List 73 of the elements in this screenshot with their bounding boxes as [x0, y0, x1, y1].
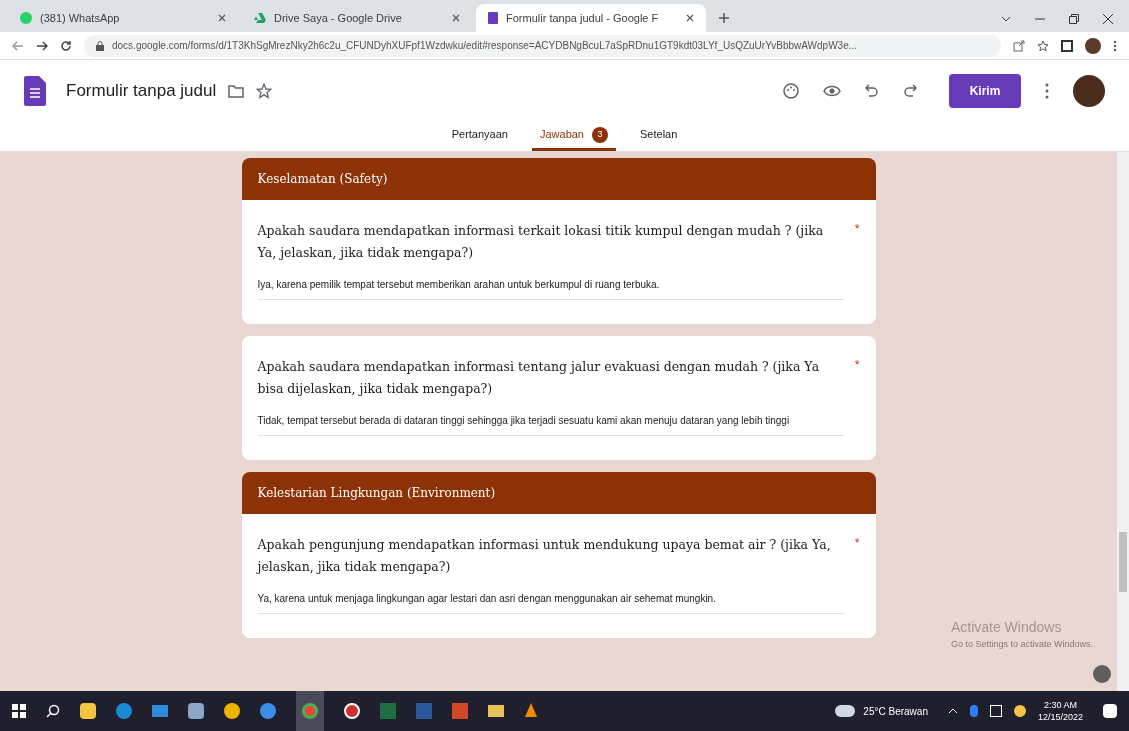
browser-icon[interactable] — [296, 691, 324, 731]
redo-icon[interactable] — [903, 84, 917, 98]
clock-date[interactable]: 12/15/2022 — [1037, 711, 1083, 723]
notification-icon[interactable] — [1103, 704, 1117, 718]
plus-icon[interactable] — [718, 12, 730, 24]
app-icon[interactable] — [188, 703, 204, 719]
form-icon — [488, 12, 498, 24]
question-text: Apakah pengunjung mendapatkan informasi untuk mendukung upaya bemat air ? (jika Ya, jelaskan, jika tidak mengapa?) — [257, 536, 832, 576]
windows-icon[interactable] — [12, 704, 26, 718]
record-icon[interactable] — [344, 703, 360, 719]
browser-tab[interactable]: (381) WhatsApp — [8, 4, 238, 32]
palette-icon[interactable] — [783, 83, 799, 99]
count-badge: 3 — [592, 126, 608, 143]
tab-title: Drive Saya - Google Drive — [274, 10, 403, 26]
answer-field: Ya, karena untuk menjaga lingkungan agar lestari dan asri dengan menggunakan air sehemat mungkin. — [257, 590, 844, 614]
back-arrow-icon[interactable] — [12, 39, 24, 52]
activation-text: Go to Settings to activate Windows. — [950, 637, 1093, 651]
folder-icon[interactable] — [228, 84, 245, 98]
more-icon[interactable] — [1045, 83, 1049, 99]
tray-icon[interactable] — [969, 705, 978, 717]
cloud-icon — [835, 705, 856, 717]
sidebar-icon[interactable] — [1061, 39, 1073, 52]
chat-icon — [20, 12, 32, 24]
reload-icon[interactable] — [60, 39, 72, 52]
answer-field: Tidak, tempat tersebut berada di dataran tinggi sehingga jika terjadi sesuatu kami akan menuju dataran yang lebih tinggi — [257, 412, 844, 436]
browser-tab[interactable]: Formulir tanpa judul - Google F — [476, 4, 706, 32]
tab-title: (381) WhatsApp — [40, 10, 121, 26]
address-bar[interactable]: docs.google.com/forms/d/1T3KhSgMrezNky2h6c2u_CFUNDyhXUFpf1Wzdwku/edit#response=ACYDBNgBcuL7aSpRDnu1GT9kdt03LYf_UsQZuUrYvBbbwAWdpW3e... — [84, 34, 1001, 57]
chevron-icon[interactable] — [1001, 16, 1011, 22]
tray-icon[interactable] — [1013, 705, 1026, 717]
more-icon[interactable] — [1113, 39, 1117, 52]
forms-logo-icon — [24, 76, 46, 106]
app-icon[interactable] — [224, 703, 240, 719]
required-mark: * — [854, 221, 860, 238]
app-icon[interactable] — [260, 703, 276, 719]
share-icon[interactable] — [1013, 39, 1025, 52]
app-icon[interactable] — [80, 703, 96, 719]
question-text: Apakah saudara mendapatkan informasi tentang jalur evakuasi dengan mudah ? (jika Ya bisa dijelaskan, jika tidak mengapa?) — [257, 358, 821, 398]
section-title: Keselamatan (Safety) — [257, 171, 388, 188]
eye-icon[interactable] — [823, 85, 841, 97]
undo-icon[interactable] — [865, 84, 879, 98]
close-icon[interactable] — [1103, 14, 1113, 24]
app-icon[interactable] — [116, 703, 132, 719]
activation-title: Activate Windows — [950, 617, 1063, 637]
form-title[interactable]: Formulir tanpa judul — [66, 78, 217, 104]
star-icon[interactable] — [256, 83, 273, 99]
browser-tab[interactable]: Drive Saya - Google Drive — [242, 4, 472, 32]
tab-title: Formulir tanpa judul - Google F — [506, 10, 660, 26]
network-icon[interactable] — [989, 705, 1002, 717]
restore-icon[interactable] — [1069, 14, 1079, 24]
send-button[interactable]: Kirim — [949, 74, 1021, 108]
close-icon[interactable] — [218, 14, 226, 22]
question-text: Apakah saudara mendapatkan informasi terkait lokasi titik kumpul dengan mudah ? (jika Ya, jelaskan, jika tidak mengapa?) — [257, 222, 825, 262]
search-icon[interactable] — [46, 704, 60, 718]
weather-text[interactable]: 25°C Berawan — [863, 703, 928, 719]
required-mark: * — [854, 535, 860, 552]
forward-arrow-icon[interactable] — [36, 39, 48, 52]
form-tab[interactable]: Setelan — [632, 121, 686, 151]
form-tab[interactable]: Pertanyaan — [443, 121, 516, 151]
close-icon[interactable] — [452, 14, 460, 22]
close-icon[interactable] — [686, 14, 694, 22]
cone-icon[interactable] — [524, 703, 538, 719]
answer-field: Iya, karena pemilik tempat tersebut memberikan arahan untuk berkumpul di ruang terbuka. — [257, 276, 844, 300]
triangle-icon — [254, 12, 266, 24]
form-tab[interactable]: Jawaban 3 — [531, 121, 616, 151]
section-title: Kelestarian Lingkungan (Environment) — [257, 485, 496, 502]
required-mark: * — [854, 357, 860, 374]
clock-time[interactable]: 2:30 AM — [1043, 699, 1077, 711]
lock-icon — [96, 40, 104, 51]
scrollbar-thumb[interactable] — [1119, 532, 1127, 592]
star-icon[interactable] — [1037, 39, 1049, 52]
chevron-up-icon[interactable] — [947, 708, 958, 714]
url-text: docs.google.com/forms/d/1T3KhSgMrezNky2h6c2u_CFUNDyhXUFpf1Wzdwku/edit#response=ACYDBNgBcuL7aSpRDnu1GT9kdt03LYf_UsQZuUrYvBbbwAWdpW3e... — [112, 39, 858, 53]
